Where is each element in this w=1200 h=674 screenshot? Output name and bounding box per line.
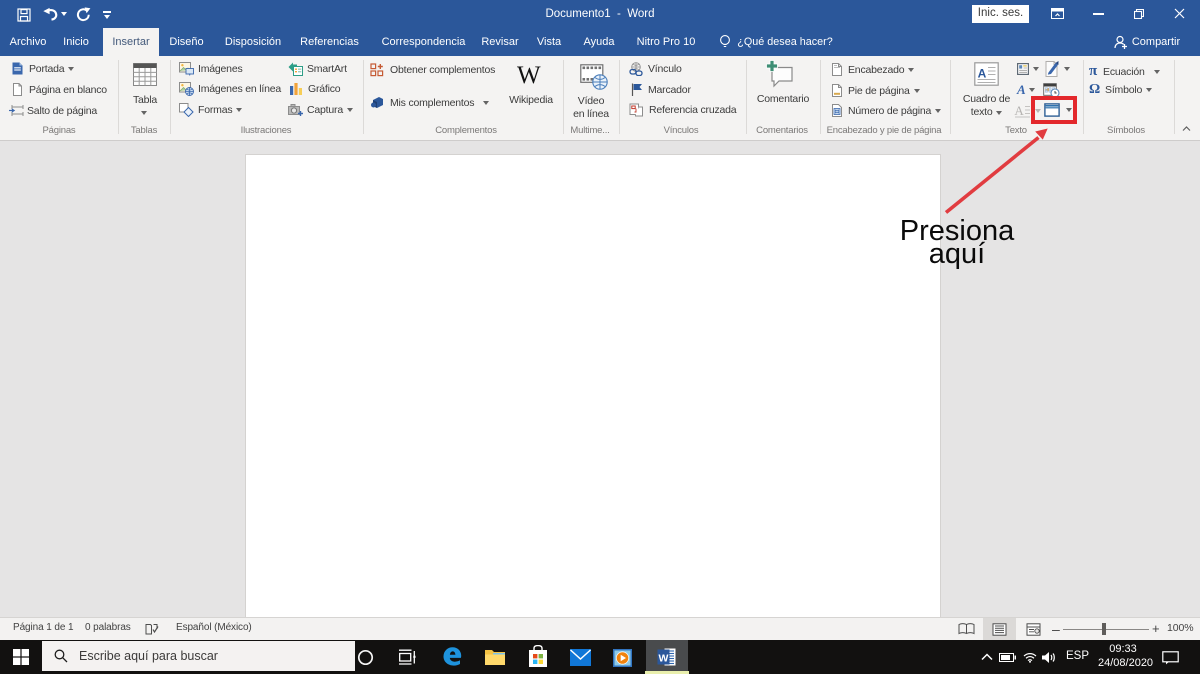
svg-text:A: A: [1014, 103, 1024, 118]
svg-text:A: A: [978, 67, 987, 81]
svg-text:W: W: [659, 653, 669, 665]
